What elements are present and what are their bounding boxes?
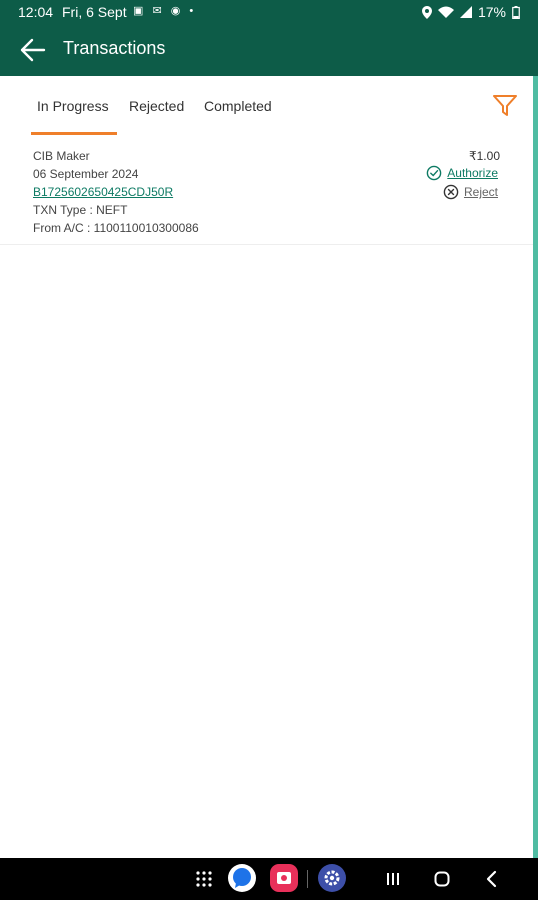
check-circle-icon — [426, 165, 442, 181]
txn-date: 06 September 2024 — [33, 167, 139, 181]
signal-icon — [459, 6, 472, 18]
wifi-icon — [437, 6, 454, 18]
txn-name: CIB Maker — [33, 149, 90, 163]
reject-button[interactable]: Reject — [443, 184, 498, 200]
home-icon[interactable] — [429, 866, 455, 892]
app-bar: Transactions — [0, 24, 538, 76]
tab-bar: In Progress Rejected Completed — [0, 76, 533, 136]
tab-completed[interactable]: Completed — [204, 98, 272, 114]
authorize-label: Authorize — [447, 166, 498, 180]
window-edge — [533, 76, 538, 858]
status-date: Fri, 6 Sept — [62, 4, 127, 20]
battery-icon — [512, 5, 520, 19]
tab-rejected[interactable]: Rejected — [129, 98, 184, 114]
status-bar: 12:04 Fri, 6 Sept ▣ ✉ ◉ • 17% — [0, 0, 538, 24]
page-title: Transactions — [63, 38, 166, 58]
status-time: 12:04 — [18, 4, 54, 20]
main-content: In Progress Rejected Completed CIB Maker… — [0, 76, 533, 858]
recent-apps-icon[interactable] — [380, 866, 406, 892]
reject-label: Reject — [463, 185, 498, 199]
messages-app-icon[interactable] — [227, 863, 257, 893]
txn-amount: ₹1.00 — [469, 149, 500, 163]
system-tray: 17% — [421, 4, 520, 20]
system-nav-bar — [0, 858, 538, 900]
txn-reference-link[interactable]: B1725602650425CDJ50R — [33, 185, 173, 199]
txn-from-account: From A/C : 1100110010300086 — [33, 221, 199, 235]
dock-divider — [307, 870, 308, 888]
location-icon — [421, 5, 432, 19]
back-nav-icon[interactable] — [479, 866, 505, 892]
transaction-item[interactable]: CIB Maker 06 September 2024 B17256026504… — [0, 146, 533, 245]
authorize-button[interactable]: Authorize — [426, 165, 498, 181]
notification-icons: ▣ ✉ ◉ • — [133, 5, 197, 17]
txn-type: TXN Type : NEFT — [33, 203, 128, 217]
tab-in-progress[interactable]: In Progress — [37, 98, 109, 114]
apps-grid-icon[interactable] — [191, 866, 217, 892]
active-tab-indicator — [31, 132, 117, 135]
battery-percent: 17% — [477, 4, 506, 20]
arrow-left-icon[interactable] — [18, 35, 48, 65]
close-circle-icon — [443, 184, 459, 200]
filter-icon[interactable] — [492, 94, 518, 118]
settings-app-icon[interactable] — [317, 863, 347, 893]
screen-recorder-app-icon[interactable] — [269, 863, 299, 893]
